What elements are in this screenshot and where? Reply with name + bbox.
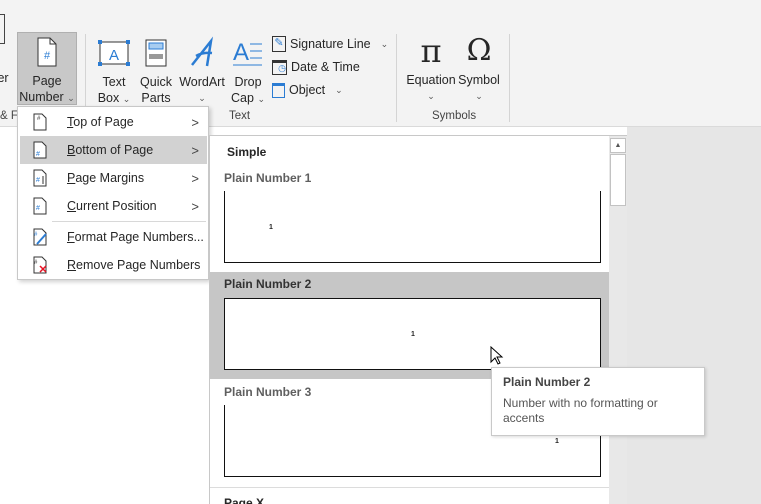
scrollbar-thumb[interactable] bbox=[610, 154, 626, 206]
gallery-item-plain-number-2[interactable]: Plain Number 2 1 bbox=[210, 272, 609, 379]
current-position-icon: # bbox=[33, 197, 47, 215]
svg-text:#: # bbox=[36, 205, 40, 212]
svg-text:#: # bbox=[36, 151, 40, 158]
wordart-button[interactable]: WordArt ⌄ bbox=[178, 36, 226, 106]
mouse-cursor-icon bbox=[490, 346, 504, 365]
svg-text:#: # bbox=[44, 50, 51, 62]
menu-separator bbox=[52, 221, 206, 222]
calendar-clock-icon: ◷ bbox=[272, 59, 287, 75]
page-number-button[interactable]: # Page Number ⌄ bbox=[17, 32, 77, 105]
bottom-of-page-gallery: Simple Plain Number 1 1 Plain Number 2 1… bbox=[209, 135, 627, 504]
tooltip-title: Plain Number 2 bbox=[503, 375, 591, 389]
menu-item-page-margins[interactable]: # Page Margins > bbox=[20, 164, 207, 192]
chevron-right-icon: > bbox=[191, 114, 199, 130]
document-background bbox=[627, 127, 761, 504]
section-separator bbox=[210, 487, 609, 488]
page-margins-icon: # bbox=[33, 169, 47, 187]
text-box-icon: A bbox=[98, 40, 130, 66]
group-label-text: Text bbox=[229, 110, 251, 122]
chevron-right-icon: > bbox=[191, 142, 199, 158]
drop-cap-button[interactable]: A Drop Cap ⌄ bbox=[229, 36, 267, 107]
menu-item-format-page-numbers[interactable]: # Format Page Numbers... bbox=[20, 223, 207, 251]
menu-item-bottom-of-page[interactable]: # Bottom of Page > bbox=[20, 136, 207, 164]
text-box-button[interactable]: A Text Box ⌄ bbox=[93, 36, 135, 107]
preview-page: 1 bbox=[224, 298, 601, 370]
quick-parts-icon bbox=[145, 39, 167, 67]
menu-item-top-of-page[interactable]: # Top of Page > bbox=[20, 108, 207, 136]
omega-icon: Ω bbox=[466, 33, 492, 68]
group-label-header-footer: & F bbox=[0, 110, 18, 122]
remove-page-numbers-icon: # bbox=[33, 256, 47, 274]
footer-button-partial[interactable]: ter bbox=[0, 70, 9, 86]
signature-line-icon: ✎ bbox=[272, 36, 286, 52]
pi-icon: π bbox=[420, 32, 442, 70]
section-header-simple: Simple bbox=[227, 145, 267, 159]
menu-item-remove-page-numbers[interactable]: # Remove Page Numbers bbox=[20, 251, 207, 279]
tooltip: Plain Number 2 Number with no formatting… bbox=[491, 367, 705, 436]
format-page-numbers-icon: # bbox=[33, 228, 47, 246]
bottom-of-page-icon: # bbox=[33, 141, 47, 159]
scroll-up-arrow-icon[interactable]: ▲ bbox=[610, 138, 626, 153]
preview-page: 1 bbox=[224, 191, 601, 263]
page-number-menu: # Top of Page > # Bottom of Page > # Page … bbox=[17, 106, 209, 280]
svg-text:A: A bbox=[233, 39, 249, 66]
drop-cap-icon: A bbox=[233, 39, 262, 66]
chevron-right-icon: > bbox=[191, 198, 199, 214]
footer-icon bbox=[0, 14, 5, 44]
gallery-item-plain-number-1[interactable]: Plain Number 1 1 bbox=[210, 166, 609, 272]
svg-text:A: A bbox=[109, 47, 119, 64]
svg-text:#: # bbox=[36, 177, 40, 184]
symbol-button[interactable]: Ω Symbol ⌄ bbox=[457, 34, 501, 104]
object-icon bbox=[272, 82, 285, 98]
top-of-page-icon: # bbox=[33, 113, 47, 131]
equation-button[interactable]: π Equation ⌄ bbox=[404, 34, 458, 104]
object-button[interactable]: Object ⌄ bbox=[272, 80, 343, 100]
group-label-symbols: Symbols bbox=[432, 110, 477, 122]
gallery-scrollbar[interactable]: ▲ bbox=[609, 136, 627, 504]
page-number-icon: # bbox=[37, 37, 57, 67]
wordart-icon bbox=[191, 36, 213, 67]
date-time-button[interactable]: ◷ Date & Time bbox=[272, 57, 360, 77]
chevron-right-icon: > bbox=[191, 170, 199, 186]
tooltip-body: Number with no formatting or accents bbox=[503, 396, 658, 425]
section-header-page-x: Page X bbox=[224, 496, 265, 504]
chevron-down-icon: ⌄ bbox=[67, 93, 75, 103]
signature-line-button[interactable]: ✎ Signature Line ⌄ bbox=[272, 34, 388, 54]
menu-item-current-position[interactable]: # Current Position > bbox=[20, 192, 207, 220]
